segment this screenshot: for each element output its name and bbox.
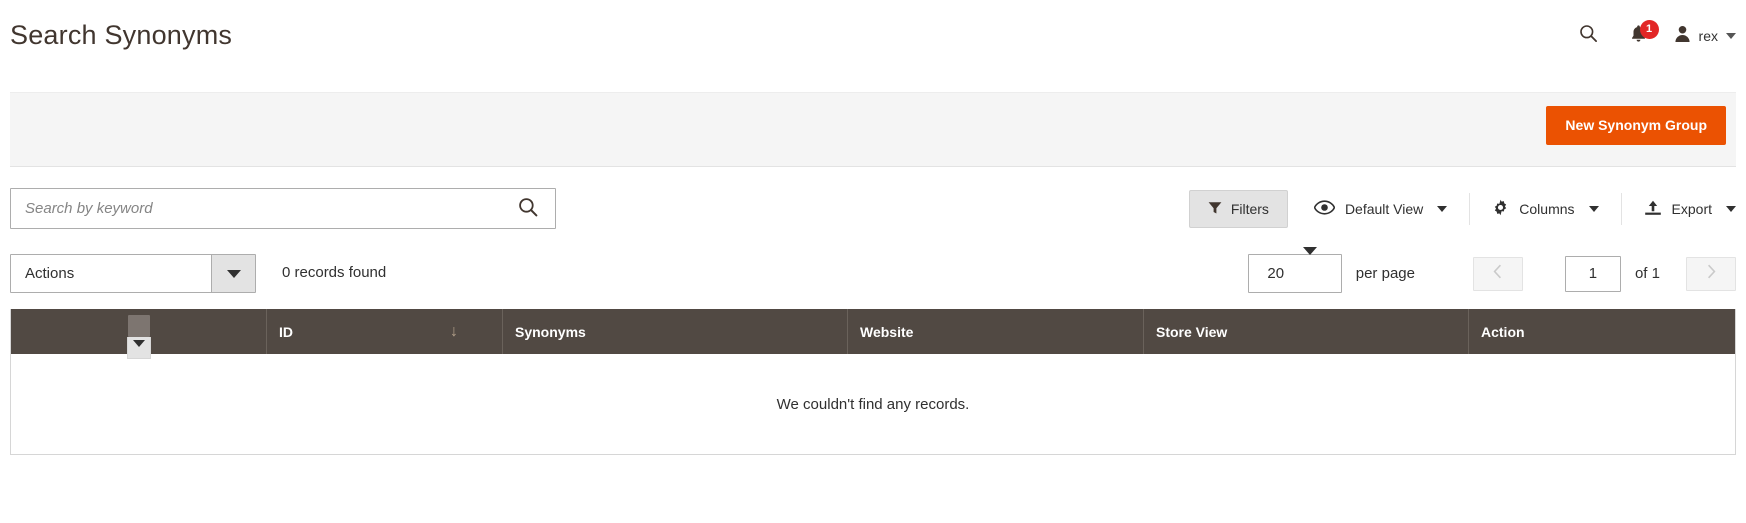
filters-button[interactable]: Filters bbox=[1188, 190, 1288, 228]
grid-column-store-view[interactable]: Store View bbox=[1144, 309, 1469, 354]
default-view-dropdown[interactable]: Default View bbox=[1313, 200, 1448, 218]
grid-column-select bbox=[11, 309, 267, 359]
eye-icon bbox=[1313, 200, 1336, 218]
user-avatar-icon bbox=[1674, 25, 1691, 48]
filters-label: Filters bbox=[1230, 201, 1269, 217]
per-page-label: per page bbox=[1355, 265, 1415, 282]
actions-label: Actions bbox=[25, 265, 75, 282]
export-dropdown[interactable]: Export bbox=[1644, 200, 1736, 219]
mass-select-checkbox[interactable] bbox=[127, 315, 150, 337]
columns-dropdown[interactable]: Columns bbox=[1492, 199, 1599, 219]
grid-actions-bar: Actions 0 records found 20 per page 1 of… bbox=[10, 247, 1736, 294]
mass-select-dropdown-toggle[interactable] bbox=[126, 337, 151, 359]
chevron-down-icon bbox=[132, 340, 145, 347]
chevron-down-icon bbox=[1437, 206, 1448, 212]
grid-column-website[interactable]: Website bbox=[848, 309, 1144, 354]
per-page-dropdown-toggle[interactable] bbox=[1302, 247, 1341, 292]
current-page-field bbox=[1564, 255, 1621, 292]
search-icon bbox=[518, 197, 538, 220]
mass-actions-select[interactable]: Actions bbox=[10, 254, 256, 293]
user-menu[interactable]: rex bbox=[1666, 25, 1736, 48]
keyword-search-field bbox=[10, 188, 556, 229]
grid-column-id-label: ID bbox=[279, 323, 293, 340]
page-header: Search Synonyms 1 rex bbox=[0, 0, 1746, 78]
pagination-controls: 20 per page of 1 bbox=[1247, 247, 1736, 293]
search-submit-button[interactable] bbox=[501, 189, 555, 228]
grid-column-action-label: Action bbox=[1481, 323, 1525, 340]
empty-state-message: We couldn't find any records. bbox=[776, 395, 970, 413]
notifications-button[interactable]: 1 bbox=[1612, 18, 1666, 54]
chevron-down-icon bbox=[1588, 206, 1599, 212]
grid-body: We couldn't find any records. bbox=[11, 354, 1735, 454]
next-page-button[interactable] bbox=[1686, 256, 1736, 291]
grid-column-action: Action bbox=[1469, 309, 1735, 354]
toolbar-divider bbox=[1620, 193, 1622, 225]
grid-column-id[interactable]: ID ↓ bbox=[267, 309, 503, 354]
upload-icon bbox=[1644, 200, 1662, 219]
chevron-left-icon bbox=[1493, 264, 1502, 284]
toolbar-divider bbox=[1469, 193, 1471, 225]
user-name: rex bbox=[1698, 28, 1718, 44]
grid-column-synonyms[interactable]: Synonyms bbox=[503, 309, 848, 354]
total-pages-label: of 1 bbox=[1634, 265, 1660, 282]
page-actions-bar: New Synonym Group bbox=[10, 92, 1736, 167]
chevron-down-icon bbox=[1302, 247, 1317, 272]
page-title: Search Synonyms bbox=[10, 20, 233, 50]
grid-view-controls: Filters Default View Columns Export bbox=[1188, 185, 1736, 233]
export-label: Export bbox=[1671, 201, 1712, 217]
admin-page: Search Synonyms 1 rex New Synonym Group … bbox=[0, 0, 1746, 523]
chevron-down-icon bbox=[1726, 206, 1736, 212]
per-page-value: 20 bbox=[1267, 265, 1285, 282]
notification-count-badge: 1 bbox=[1639, 20, 1659, 39]
grid-toolbar: Filters Default View bbox=[10, 188, 1736, 232]
grid-column-store-view-label: Store View bbox=[1156, 323, 1228, 340]
global-search-button[interactable] bbox=[1566, 18, 1612, 54]
chevron-right-icon bbox=[1707, 264, 1716, 284]
chevron-down-icon bbox=[1726, 33, 1736, 39]
search-icon bbox=[1579, 24, 1598, 48]
grid-header-row: ID ↓ Synonyms Website Store View Action bbox=[11, 309, 1735, 359]
search-input[interactable] bbox=[11, 189, 501, 228]
columns-label: Columns bbox=[1519, 201, 1575, 217]
chevron-down-icon bbox=[226, 269, 241, 278]
grid-column-synonyms-label: Synonyms bbox=[515, 323, 586, 340]
new-synonym-group-button[interactable]: New Synonym Group bbox=[1546, 106, 1726, 145]
current-page-input[interactable] bbox=[1565, 256, 1620, 291]
synonyms-data-grid: ID ↓ Synonyms Website Store View Action … bbox=[10, 309, 1736, 455]
mass-select-control bbox=[126, 315, 151, 359]
per-page-select[interactable]: 20 bbox=[1247, 247, 1342, 293]
header-actions: 1 rex bbox=[1566, 18, 1736, 54]
sort-descending-icon: ↓ bbox=[450, 322, 458, 340]
actions-dropdown-toggle[interactable] bbox=[211, 255, 255, 292]
previous-page-button[interactable] bbox=[1472, 256, 1523, 291]
default-view-label: Default View bbox=[1344, 201, 1424, 217]
grid-column-website-label: Website bbox=[860, 323, 914, 340]
records-found-label: 0 records found bbox=[282, 264, 387, 281]
funnel-icon bbox=[1208, 201, 1222, 218]
gear-icon bbox=[1492, 199, 1509, 219]
